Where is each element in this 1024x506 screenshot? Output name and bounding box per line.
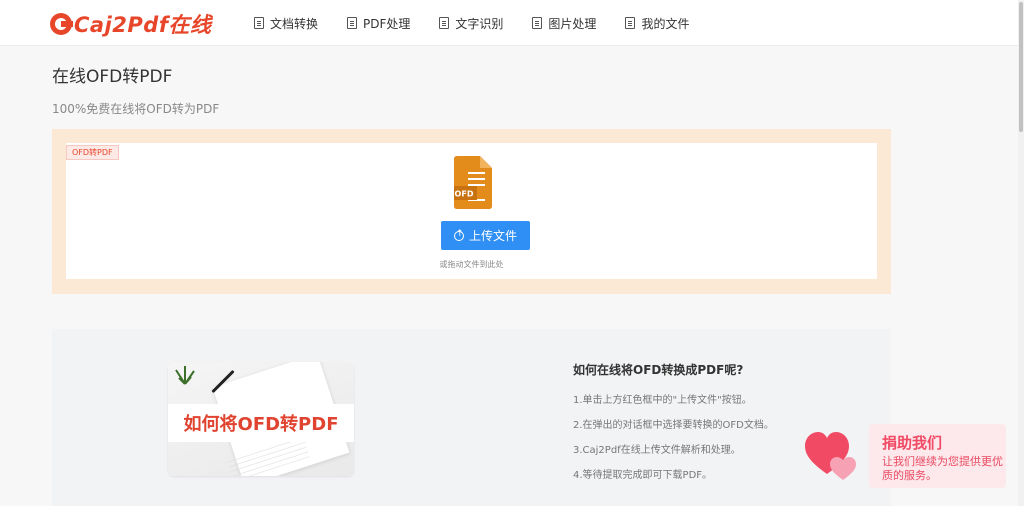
nav-item-my-files[interactable]: 我的文件 bbox=[625, 15, 689, 32]
upload-area-frame: OFD转PDF OFD 上传文件 或拖动文件到此处 bbox=[52, 129, 891, 294]
main-nav: 文档转换 PDF处理 文字识别 图片处理 我的文件 bbox=[254, 0, 718, 46]
page-title: 在线OFD转PDF bbox=[52, 67, 173, 87]
donate-card[interactable]: 捐助我们 让我们继续为您提供更优质的服务。 bbox=[869, 424, 1006, 488]
page-subtitle: 100%免费在线将OFD转为PDF bbox=[52, 102, 220, 116]
donate-widget[interactable]: 捐助我们 让我们继续为您提供更优质的服务。 bbox=[805, 422, 1006, 488]
donate-text: 让我们继续为您提供更优质的服务。 bbox=[882, 455, 1003, 482]
file-icon-label: OFD bbox=[455, 190, 474, 199]
text-recognition-icon bbox=[439, 17, 450, 29]
howto-step: 2.在弹出的对话框中选择要转换的OFD文档。 bbox=[573, 420, 774, 431]
nav-item-label: 我的文件 bbox=[641, 16, 690, 31]
nav-item-label: PDF处理 bbox=[363, 16, 411, 31]
nav-item-label: 文档转换 bbox=[270, 16, 319, 31]
logo-icon bbox=[50, 13, 73, 35]
howto-title: 如何在线将OFD转换成PDF呢? bbox=[573, 363, 744, 377]
upload-drop-zone[interactable]: OFD转PDF OFD 上传文件 或拖动文件到此处 bbox=[66, 143, 877, 279]
howto-step: 3.Caj2Pdf在线上传文件解析和处理。 bbox=[573, 445, 741, 456]
upload-button-label: 上传文件 bbox=[468, 229, 517, 243]
howto-step: 4.等待提取完成即可下载PDF。 bbox=[573, 470, 713, 481]
howto-step: 1.单击上方红色框中的"上传文件"按钮。 bbox=[573, 395, 752, 406]
logo-text: Caj2Pdf在线 bbox=[74, 13, 212, 37]
upload-file-button[interactable]: 上传文件 bbox=[441, 221, 530, 250]
nav-item-pdf-tools[interactable]: PDF处理 bbox=[347, 15, 410, 32]
site-logo[interactable]: Caj2Pdf在线 bbox=[50, 10, 211, 38]
image-file-icon bbox=[532, 17, 543, 29]
cloud-upload-icon bbox=[453, 229, 464, 241]
page-scrollbar[interactable] bbox=[1018, 0, 1024, 506]
document-convert-icon bbox=[254, 17, 264, 29]
my-files-icon bbox=[625, 17, 636, 29]
donate-title: 捐助我们 bbox=[882, 434, 943, 452]
nav-item-label: 文字识别 bbox=[455, 16, 504, 31]
illustration-banner: 如何将OFD转PDF bbox=[168, 404, 354, 442]
plant-icon bbox=[175, 366, 195, 385]
nav-item-text-recognition[interactable]: 文字识别 bbox=[439, 15, 503, 32]
scrollbar-thumb[interactable] bbox=[1019, 2, 1023, 132]
pdf-file-icon bbox=[347, 17, 358, 29]
howto-section: 如何将OFD转PDF 如何在线将OFD转换成PDF呢? 1.单击上方红色框中的"… bbox=[52, 329, 891, 506]
tool-tag: OFD转PDF bbox=[66, 145, 119, 160]
nav-item-document-convert[interactable]: 文档转换 bbox=[254, 15, 318, 32]
drag-hint: 或拖动文件到此处 bbox=[439, 260, 504, 269]
heart-icon bbox=[805, 432, 856, 480]
howto-illustration: 如何将OFD转PDF bbox=[168, 362, 354, 476]
top-header: Caj2Pdf在线 文档转换 PDF处理 文字识别 图片处理 我的文件 bbox=[0, 0, 1018, 46]
ofd-file-icon: OFD bbox=[454, 156, 492, 209]
nav-item-label: 图片处理 bbox=[548, 16, 597, 31]
nav-item-image-tools[interactable]: 图片处理 bbox=[532, 15, 596, 32]
